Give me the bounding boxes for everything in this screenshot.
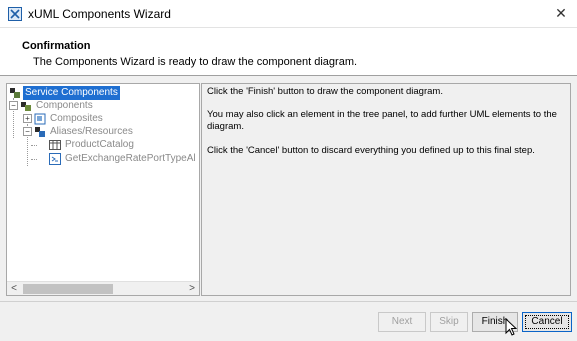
tree-guide — [31, 159, 37, 160]
info-line-tree: You may also click an element in the tre… — [207, 109, 557, 132]
tree-item-label: ProductCatalog — [65, 139, 134, 150]
service-components-icon — [10, 88, 20, 98]
skip-button[interactable]: Skip — [430, 312, 468, 332]
expand-icon[interactable]: + — [23, 114, 32, 123]
scroll-left-button[interactable]: < — [7, 282, 21, 295]
tree-item-service-components[interactable]: Service Components — [9, 86, 120, 100]
horizontal-scrollbar[interactable]: < > — [7, 281, 199, 295]
tree-panel[interactable]: Service Components − Components + Compos… — [6, 83, 200, 296]
tree-item-label: GetExchangeRatePortTypeAl — [65, 153, 196, 164]
tree-item-label: Components — [36, 100, 93, 111]
mouse-cursor-icon — [505, 318, 518, 336]
tree-item-get-exchange-rate[interactable]: GetExchangeRatePortTypeAl — [49, 152, 198, 166]
tree-item-product-catalog[interactable]: ProductCatalog — [49, 138, 136, 152]
title-bar: xUML Components Wizard ✕ — [0, 0, 577, 28]
cancel-button[interactable]: Cancel — [522, 312, 572, 332]
tree-item-components[interactable]: − Components — [9, 99, 95, 113]
info-line-cancel: Click the 'Cancel' button to discard eve… — [207, 145, 535, 156]
collapse-icon[interactable]: − — [23, 127, 32, 136]
collapse-icon[interactable]: − — [9, 101, 18, 110]
tree-item-composites[interactable]: + Composites — [23, 112, 105, 126]
page-title: Confirmation — [22, 40, 91, 52]
wizard-header: Confirmation The Components Wizard is re… — [0, 28, 577, 76]
close-button[interactable]: ✕ — [549, 2, 573, 24]
info-line-finish: Click the 'Finish' button to draw the co… — [207, 86, 443, 97]
app-icon — [8, 7, 22, 21]
info-panel: Click the 'Finish' button to draw the co… — [201, 83, 571, 296]
scroll-right-button[interactable]: > — [185, 282, 199, 295]
components-icon — [21, 102, 31, 111]
composites-icon — [34, 113, 46, 125]
tree-item-label: Service Components — [23, 86, 120, 100]
port-type-icon — [49, 153, 61, 165]
tree-item-label: Aliases/Resources — [50, 126, 133, 137]
tree-guide — [31, 145, 37, 146]
window-title: xUML Components Wizard — [28, 7, 171, 21]
aliases-icon — [35, 127, 45, 137]
scrollbar-thumb[interactable] — [23, 284, 113, 294]
page-description: The Components Wizard is ready to draw t… — [33, 56, 358, 68]
next-button[interactable]: Next — [378, 312, 426, 332]
tree-item-aliases-resources[interactable]: − Aliases/Resources — [23, 125, 135, 139]
tree-item-label: Composites — [50, 113, 103, 124]
table-icon — [49, 140, 61, 150]
footer-separator — [0, 301, 577, 302]
